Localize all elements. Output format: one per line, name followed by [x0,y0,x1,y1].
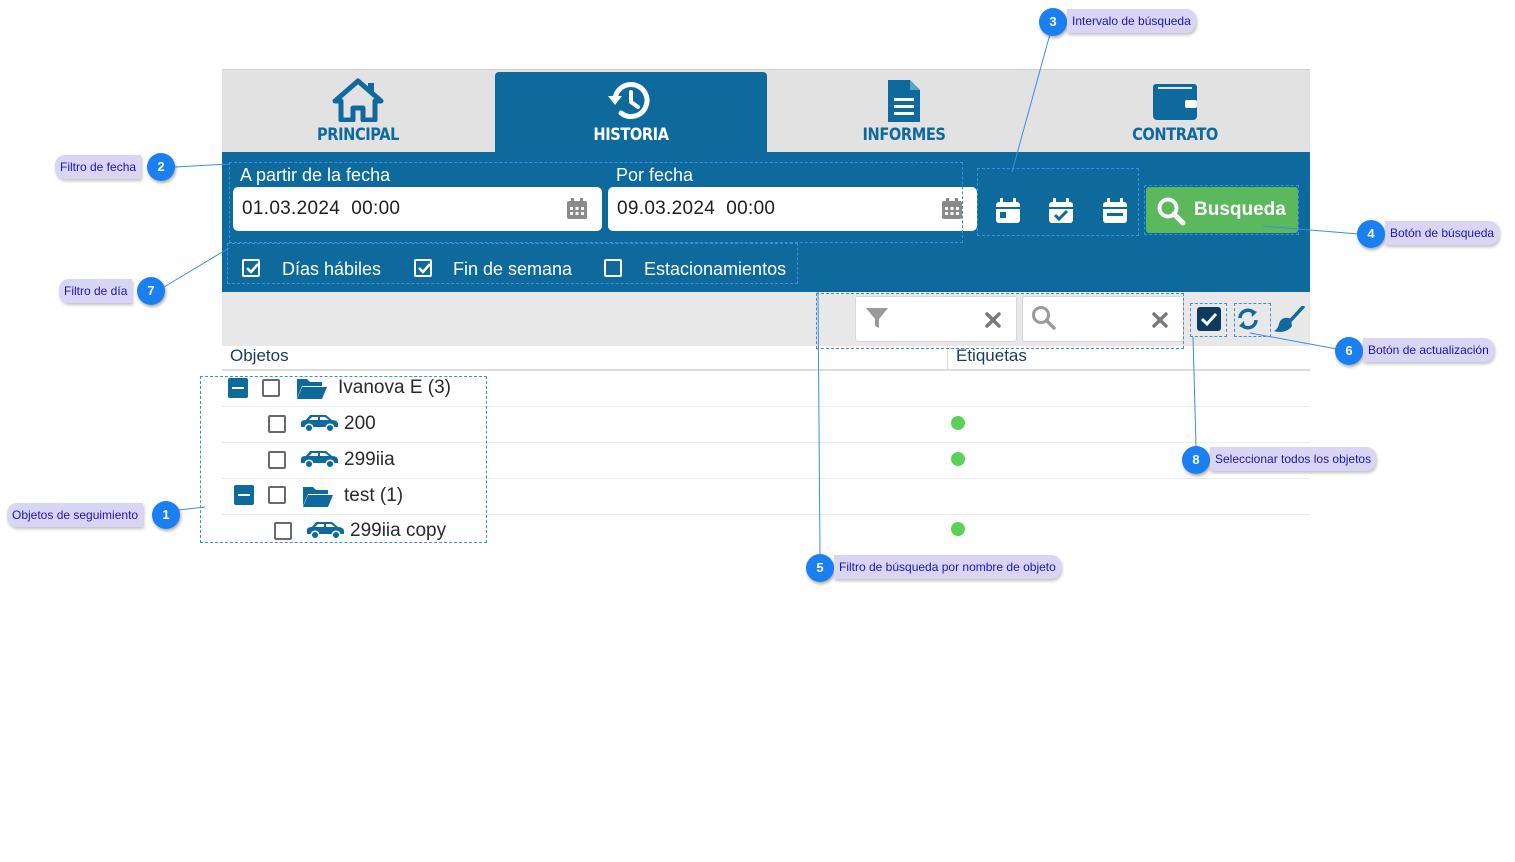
tab-contrato[interactable]: CONTRATO [1039,72,1311,153]
annotation-label: Filtro de búsqueda por nombre de objeto [834,555,1061,579]
annotation-badge: 4 [1357,220,1385,248]
annotation-badge: 3 [1039,8,1067,36]
annotation-badge: 8 [1182,446,1210,474]
document-icon [888,80,920,122]
annotation-badge: 1 [152,501,180,529]
annotation-box-name-filter [816,293,1184,349]
annotation-badge: 6 [1335,337,1363,365]
tab-label: INFORMES [862,125,946,145]
annotation-label: Botón de actualización [1363,338,1494,362]
annotation-badge: 7 [137,277,165,305]
tab-label: HISTORIA [593,125,669,145]
annotation-badge: 5 [806,554,834,582]
annotation-box-day-filter [227,243,798,284]
tab-label: PRINCIPAL [317,125,399,145]
tab-historia[interactable]: HISTORIA [495,72,767,153]
annotation-badge: 2 [147,153,175,181]
annotation-label: Filtro de día [59,279,133,303]
column-objects[interactable]: Objetos [222,346,948,371]
annotation-label: Objetos de seguimiento [7,503,144,527]
brush-icon[interactable] [1273,306,1305,334]
wallet-icon [1153,84,1197,120]
history-icon [608,82,650,119]
annotation-label: Botón de búsqueda [1385,221,1500,245]
tag-status-dot [951,452,965,466]
tag-status-dot [951,416,965,430]
annotation-box-select-all [1190,303,1227,337]
column-tags[interactable]: Etiquetas [948,346,1310,371]
annotation-box-interval [977,168,1139,236]
tab-principal[interactable]: PRINCIPAL [222,72,494,153]
annotation-box-search [1144,185,1299,235]
home-icon [332,78,384,122]
tab-informes[interactable]: INFORMES [768,72,1040,153]
main-tab-bar: PRINCIPAL HISTORIA INFORMES CONTRATO [222,69,1310,153]
annotation-label: Intervalo de búsqueda [1067,9,1196,33]
tag-status-dot [951,522,965,536]
tab-label: CONTRATO [1132,125,1218,145]
annotation-box-refresh [1234,303,1271,337]
annotation-label: Seleccionar todos los objetos [1210,447,1377,471]
annotation-box-objects [200,376,487,543]
annotation-label: Filtro de fecha [55,155,142,179]
annotation-box-date-filter [229,162,963,243]
